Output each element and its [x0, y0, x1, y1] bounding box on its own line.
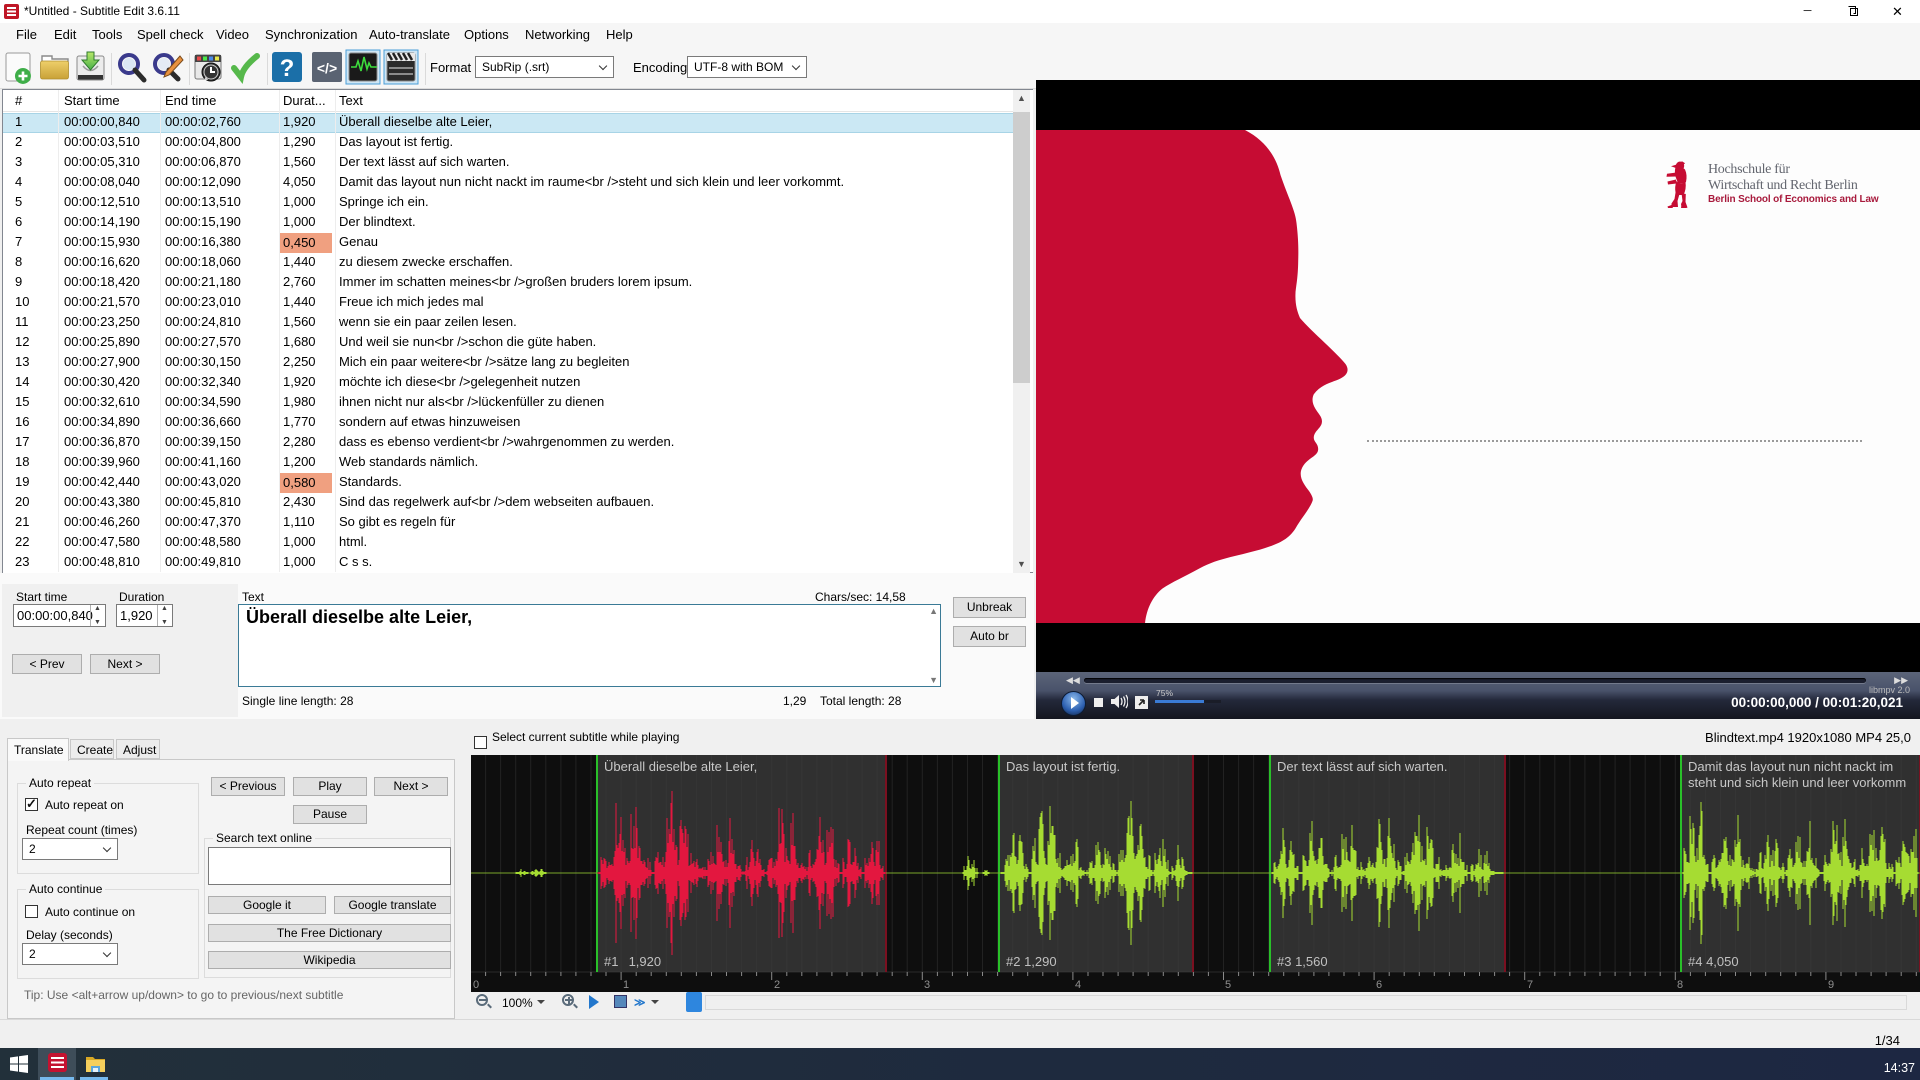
svg-text:#2 1,290: #2 1,290 [1006, 954, 1057, 969]
svg-text:Überall dieselbe alte Leier,: Überall dieselbe alte Leier, [604, 759, 757, 774]
svg-text:2: 2 [774, 979, 780, 991]
svg-text:8: 8 [1677, 979, 1683, 991]
svg-text:0: 0 [473, 979, 479, 991]
svg-text:7: 7 [1527, 979, 1533, 991]
svg-text:3: 3 [924, 979, 930, 991]
svg-text:4: 4 [1075, 979, 1081, 991]
svg-text:9: 9 [1828, 979, 1834, 991]
svg-text:#3 1,560: #3 1,560 [1277, 954, 1328, 969]
svg-text:#4 4,050: #4 4,050 [1688, 954, 1739, 969]
svg-text:</>: </> [317, 60, 337, 76]
svg-text:Der text lässt auf sich warten: Der text lässt auf sich warten. [1277, 759, 1448, 774]
svg-text:?: ? [280, 55, 295, 82]
svg-text:Damit das layout nun nicht nac: Damit das layout nun nicht nackt im [1688, 759, 1893, 774]
svg-text:6: 6 [1376, 979, 1382, 991]
svg-text:1: 1 [623, 979, 629, 991]
svg-text:#1 1,920: #1 1,920 [604, 954, 661, 969]
svg-text:steht und sich klein und leer: steht und sich klein und leer vorkomm [1688, 775, 1906, 790]
svg-text:Das layout ist fertig.: Das layout ist fertig. [1006, 759, 1120, 774]
svg-text:5: 5 [1225, 979, 1231, 991]
